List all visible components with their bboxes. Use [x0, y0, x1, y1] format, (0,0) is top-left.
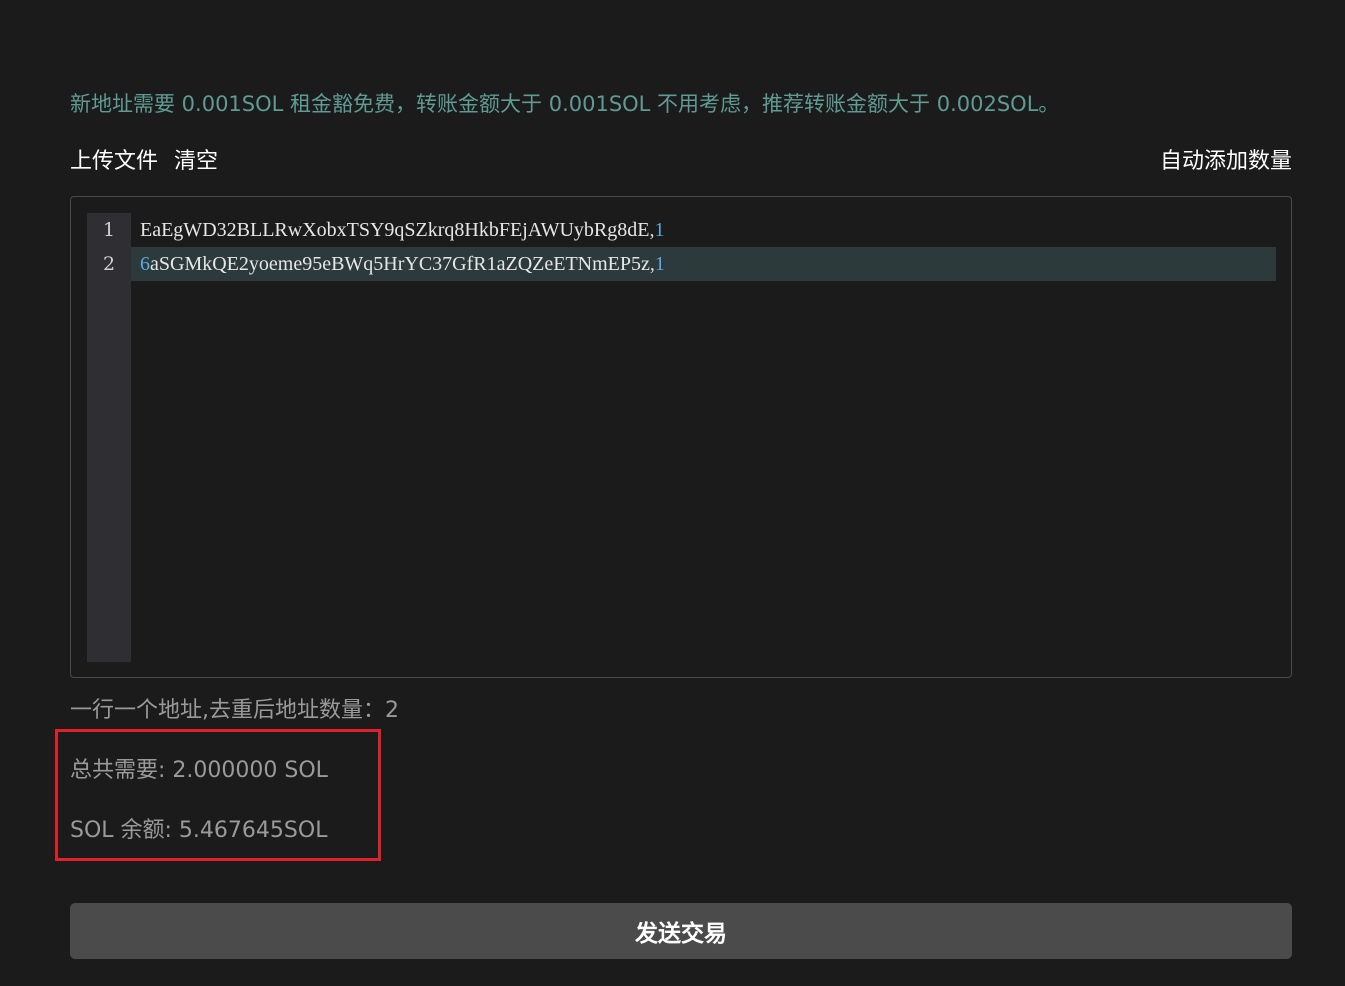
line-number: 1 [102, 219, 116, 241]
auto-add-amount-button[interactable]: 自动添加数量 [1160, 143, 1292, 175]
editor-toolbar: 上传文件 清空 自动添加数量 [70, 142, 1292, 176]
line-amount: 1 [654, 219, 665, 241]
line-number: 2 [102, 253, 116, 275]
rent-exemption-notice: 新地址需要 0.001SOL 租金豁免费，转账金额大于 0.001SOL 不用考… [70, 92, 1060, 116]
line-address: aSGMkQE2yoeme95eBWq5HrYC37GfR1aZQZeETNmE… [150, 253, 650, 275]
upload-file-button[interactable]: 上传文件 [70, 143, 158, 175]
line-address-first-char: 6 [140, 253, 150, 275]
editor-line[interactable]: EaEgWD32BLLRwXobxTSY9qSZkrq8HkbFEjAWUybR… [131, 213, 1276, 247]
line-amount: 1 [654, 253, 665, 275]
toolbar-left-group: 上传文件 清空 [70, 143, 218, 175]
address-editor[interactable]: 1 2 EaEgWD32BLLRwXobxTSY9qSZkrq8HkbFEjAW… [70, 196, 1292, 678]
editor-line-active[interactable]: 6aSGMkQE2yoeme95eBWq5HrYC37GfR1aZQZeETNm… [131, 247, 1276, 281]
editor-lines[interactable]: EaEgWD32BLLRwXobxTSY9qSZkrq8HkbFEjAWUybR… [131, 213, 1276, 281]
clear-button[interactable]: 清空 [174, 143, 218, 175]
total-needed-text: 总共需要: 2.000000 SOL [70, 758, 328, 783]
sol-balance-text: SOL 余额: 5.467645SOL [70, 818, 328, 843]
send-transaction-button[interactable]: 发送交易 [70, 903, 1292, 959]
line-number-gutter: 1 2 [87, 213, 131, 662]
address-count-text: 一行一个地址,去重后地址数量：2 [70, 698, 399, 723]
line-address: EaEgWD32BLLRwXobxTSY9qSZkrq8HkbFEjAWUybR… [140, 219, 650, 241]
